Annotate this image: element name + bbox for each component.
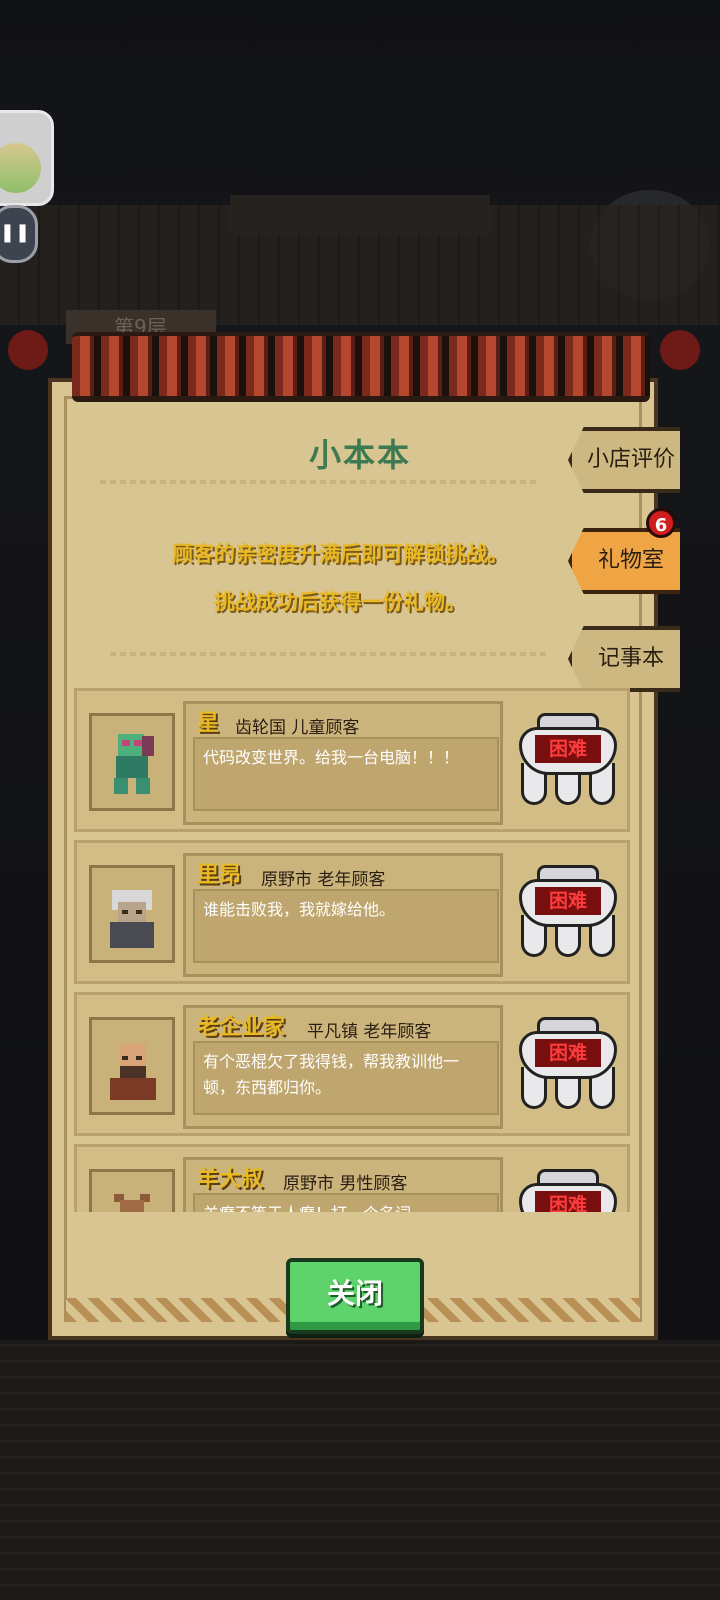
old-entrepreneur-portrait xyxy=(110,1044,156,1100)
difficulty-label: 困难 xyxy=(535,1191,601,1212)
customer-card[interactable]: 老企业家 平凡镇 老年顾客 有个恶棍欠了我得钱，帮我教训他一顿，东西都归你。 困… xyxy=(74,992,630,1136)
divider xyxy=(110,652,550,656)
kid-robot-portrait xyxy=(114,734,154,794)
customer-name: 星 xyxy=(197,711,220,736)
customer-quote: 代码改变世界。给我一台电脑！！！ xyxy=(193,737,499,811)
notice-line-2: 挑战成功后获得一份礼物。 xyxy=(214,590,466,614)
customer-portrait xyxy=(89,1017,175,1115)
customer-card[interactable]: 里昂 原野市 老年顾客 谁能击败我，我就嫁给他。 困难 xyxy=(74,840,630,984)
temple-roof xyxy=(0,195,720,325)
difficulty-label: 困难 xyxy=(535,1039,601,1067)
customer-quote: 羊癫不等于人癫！打一个名词 xyxy=(193,1193,499,1212)
close-button[interactable]: 关闭 xyxy=(286,1258,424,1334)
customer-name: 羊大叔 xyxy=(197,1167,264,1192)
customer-quote: 谁能击败我，我就嫁给他。 xyxy=(193,889,499,963)
customer-quote: 有个恶棍欠了我得钱，帮我教训他一顿，东西都归你。 xyxy=(193,1041,499,1115)
customer-portrait xyxy=(89,865,175,963)
customer-portrait xyxy=(89,713,175,811)
challenge-button[interactable]: 困难 xyxy=(513,1165,623,1212)
player-avatar[interactable] xyxy=(0,110,54,206)
tab-shop-review[interactable]: 小店评价 xyxy=(568,427,680,493)
customer-list[interactable]: 星 齿轮国 儿童顾客 代码改变世界。给我一台电脑！！！ 困难 里昂 原野市 老年… xyxy=(70,688,634,1212)
difficulty-label: 困难 xyxy=(535,887,601,915)
ground xyxy=(0,1340,720,1600)
customer-name: 里昂 xyxy=(197,863,242,888)
customer-card[interactable]: 星 齿轮国 儿童顾客 代码改变世界。给我一台电脑！！！ 困难 xyxy=(74,688,630,832)
divider xyxy=(100,480,540,484)
customer-meta: 原野市 男性顾客 xyxy=(283,1174,408,1194)
customer-portrait xyxy=(89,1169,175,1212)
tab-notebook[interactable]: 记事本 xyxy=(568,626,680,692)
gift-count-badge: 6 xyxy=(646,508,676,538)
difficulty-label: 困难 xyxy=(535,735,601,763)
lantern-right xyxy=(660,330,700,370)
customer-name: 老企业家 xyxy=(197,1015,286,1040)
notice-line-1: 顾客的亲密度升满后即可解锁挑战。 xyxy=(172,542,508,566)
customer-meta: 齿轮国 儿童顾客 xyxy=(235,718,360,738)
goat-uncle-portrait xyxy=(114,1194,150,1212)
challenge-button[interactable]: 困难 xyxy=(513,709,623,809)
customer-meta: 原野市 老年顾客 xyxy=(261,870,386,890)
lantern-left xyxy=(8,330,48,370)
scroll-rod xyxy=(72,332,650,402)
challenge-button[interactable]: 困难 xyxy=(513,861,623,961)
pause-button[interactable]: ❚❚ xyxy=(0,205,38,263)
challenge-button[interactable]: 困难 xyxy=(513,1013,623,1113)
customer-card[interactable]: 羊大叔 原野市 男性顾客 羊癫不等于人癫！打一个名词 困难 xyxy=(74,1144,630,1212)
customer-meta: 平凡镇 老年顾客 xyxy=(307,1022,432,1042)
lion-elder-portrait xyxy=(110,890,154,948)
